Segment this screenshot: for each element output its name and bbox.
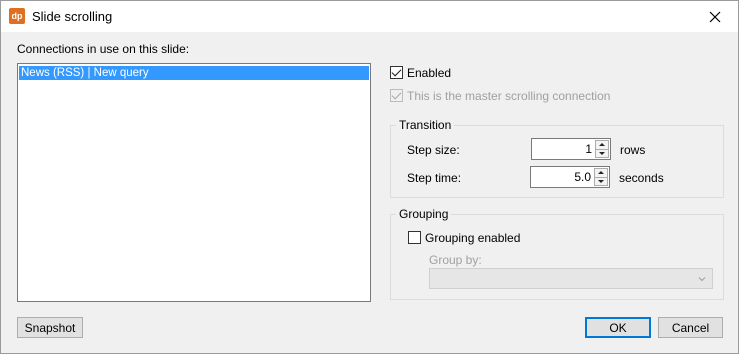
grouping-enabled-checkbox[interactable] bbox=[408, 231, 421, 244]
step-size-stepper[interactable]: 1 bbox=[531, 138, 611, 160]
master-scrolling-label: This is the master scrolling connection bbox=[407, 89, 611, 103]
enabled-label: Enabled bbox=[407, 66, 452, 80]
dialog-title: Slide scrolling bbox=[32, 9, 113, 24]
slide-scrolling-dialog: dp Slide scrolling Connections in use on… bbox=[0, 0, 739, 354]
cancel-button[interactable]: Cancel bbox=[658, 317, 723, 338]
step-size-decrement-button[interactable] bbox=[595, 149, 609, 158]
step-size-value[interactable]: 1 bbox=[585, 142, 592, 156]
snapshot-button[interactable]: Snapshot bbox=[17, 317, 83, 338]
step-time-stepper[interactable]: 5.0 bbox=[530, 166, 610, 188]
arrow-up-icon bbox=[598, 171, 604, 175]
close-button[interactable] bbox=[692, 1, 738, 32]
connections-label: Connections in use on this slide: bbox=[17, 42, 190, 56]
app-icon: dp bbox=[9, 8, 25, 24]
step-size-unit: rows bbox=[620, 143, 646, 157]
grouping-group-title: Grouping bbox=[396, 207, 452, 221]
enabled-checkbox[interactable] bbox=[390, 66, 403, 79]
step-time-decrement-button[interactable] bbox=[594, 177, 608, 186]
grouping-enabled-label: Grouping enabled bbox=[425, 231, 521, 245]
step-time-increment-button[interactable] bbox=[594, 168, 608, 178]
step-size-label: Step size: bbox=[407, 143, 460, 157]
chevron-down-icon bbox=[698, 277, 706, 282]
close-icon bbox=[709, 11, 721, 22]
arrow-down-icon bbox=[598, 179, 604, 183]
master-scrolling-checkbox bbox=[390, 89, 403, 102]
step-time-label: Step time: bbox=[407, 171, 462, 185]
step-size-increment-button[interactable] bbox=[595, 140, 609, 150]
group-by-label: Group by: bbox=[429, 253, 482, 267]
transition-group-title: Transition bbox=[396, 118, 455, 132]
group-by-select bbox=[429, 268, 713, 289]
title-bar: dp Slide scrolling bbox=[1, 1, 738, 32]
list-item[interactable]: News (RSS) | New query bbox=[19, 66, 369, 80]
step-time-unit: seconds bbox=[619, 171, 664, 185]
connections-list[interactable]: News (RSS) | New query bbox=[17, 63, 371, 302]
arrow-up-icon bbox=[599, 143, 605, 147]
step-time-value[interactable]: 5.0 bbox=[574, 170, 591, 184]
ok-button[interactable]: OK bbox=[585, 317, 651, 338]
arrow-down-icon bbox=[599, 151, 605, 155]
